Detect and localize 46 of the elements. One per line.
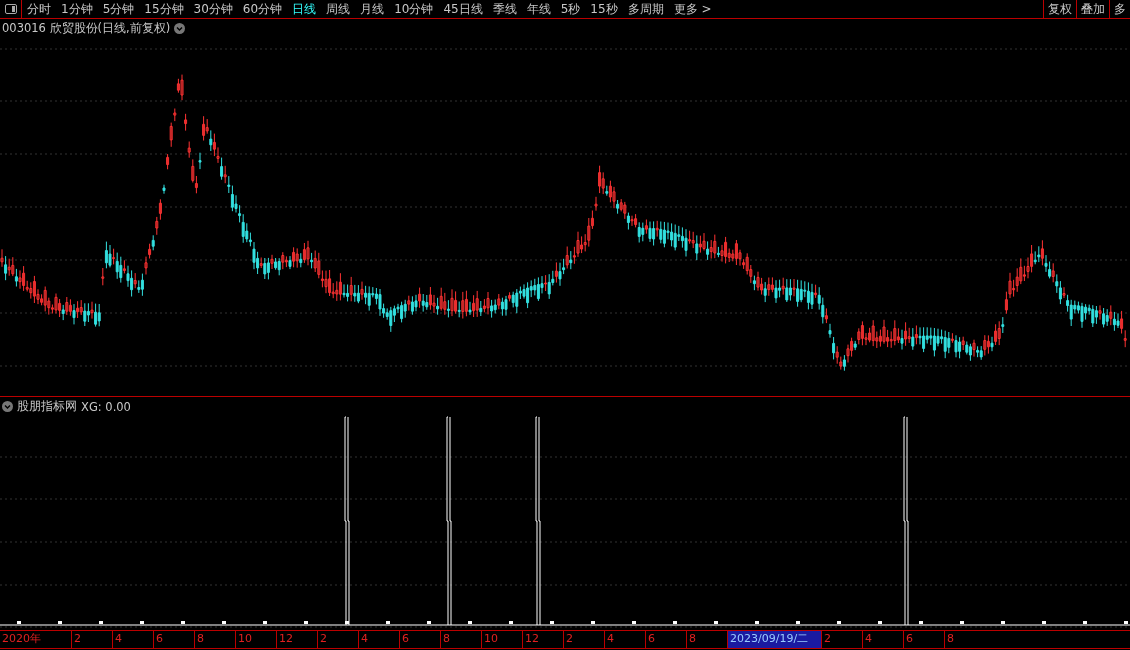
period-tab[interactable]: 60分钟: [237, 0, 288, 18]
date-label: 6: [645, 631, 686, 648]
date-label: 12: [276, 631, 317, 648]
toolbar-button[interactable]: 叠加: [1076, 0, 1109, 18]
date-label: 2: [71, 631, 112, 648]
date-label: 6: [399, 631, 440, 648]
period-tab[interactable]: 年线: [521, 0, 556, 18]
period-tab[interactable]: 30分钟: [188, 0, 238, 18]
period-tab[interactable]: 更多 >: [668, 0, 717, 18]
date-label: 12: [522, 631, 563, 648]
date-label: 2020年: [1, 631, 42, 647]
period-tab[interactable]: 15分钟: [139, 0, 189, 18]
period-tab[interactable]: 周线: [321, 0, 356, 18]
toolbar-button[interactable]: 复权: [1043, 0, 1076, 18]
date-label: 4: [862, 631, 903, 648]
period-tab[interactable]: 10分钟: [389, 0, 439, 18]
date-label: 4: [358, 631, 399, 648]
date-label: 6: [903, 631, 944, 648]
date-label: 8: [440, 631, 481, 648]
date-label: 2: [563, 631, 604, 648]
period-tab[interactable]: 45日线: [438, 0, 488, 18]
dropdown-icon[interactable]: [174, 23, 186, 34]
period-tab[interactable]: 多周期: [622, 0, 669, 18]
period-tab[interactable]: 日线: [287, 0, 322, 18]
indicator-name: 股朋指标网: [17, 399, 77, 414]
date-label: 8: [944, 631, 985, 648]
date-label: 2: [821, 631, 862, 648]
date-label: 6: [153, 631, 194, 648]
date-label: 10: [235, 631, 276, 648]
period-tab[interactable]: 季线: [487, 0, 522, 18]
date-label: 4: [112, 631, 153, 648]
period-tab[interactable]: 5秒: [555, 0, 586, 18]
dropdown-icon[interactable]: [2, 401, 13, 412]
date-label: 8: [194, 631, 235, 648]
indicator-value: XG: 0.00: [81, 399, 131, 414]
period-tab[interactable]: 月线: [355, 0, 390, 18]
date-label: 2023/09/19/二: [727, 631, 821, 648]
period-tab[interactable]: 分时: [22, 0, 56, 18]
toolbar-button[interactable]: 多: [1109, 0, 1130, 18]
period-tab[interactable]: 1分钟: [56, 0, 98, 18]
date-label: 4: [604, 631, 645, 648]
period-tab[interactable]: 15秒: [585, 0, 623, 18]
period-tab[interactable]: 5分钟: [97, 0, 140, 18]
date-label: 2: [317, 631, 358, 648]
date-label: 10: [481, 631, 522, 648]
chart-title: 003016 欣贸股份(日线,前复权): [2, 21, 171, 36]
